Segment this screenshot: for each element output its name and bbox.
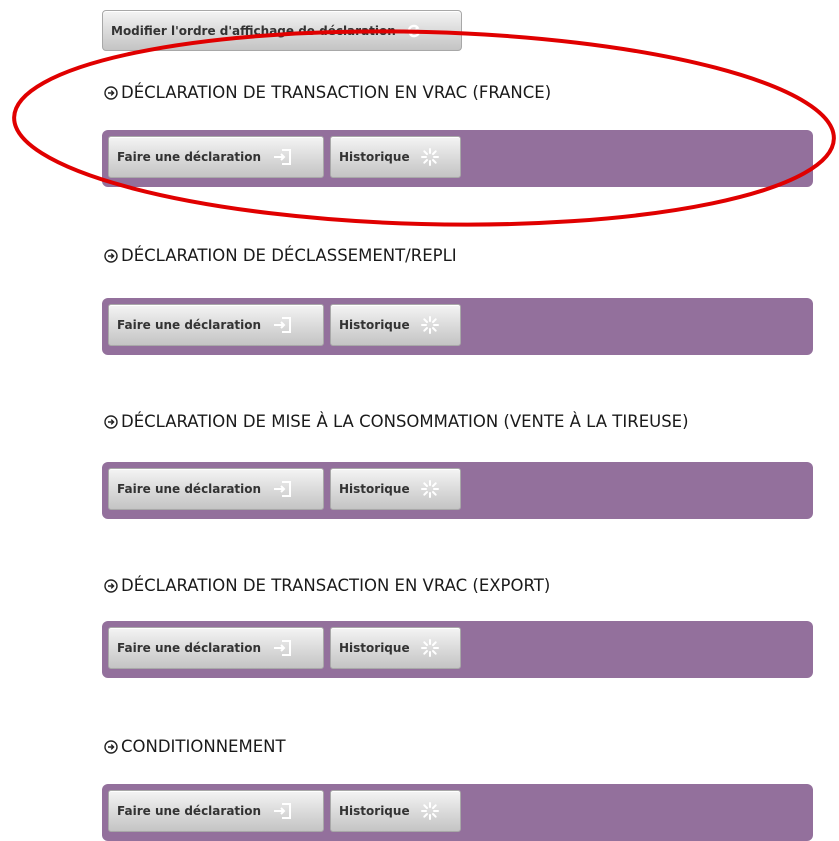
make-declaration-button[interactable]: Faire une déclaration (108, 468, 324, 510)
history-label: Historique (339, 641, 410, 655)
section-title-conditionnement[interactable]: CONDITIONNEMENT (104, 737, 286, 756)
reorder-declarations-label: Modifier l'ordre d'affichage de déclarat… (111, 23, 396, 38)
history-label: Historique (339, 482, 410, 496)
history-button[interactable]: Historique (330, 627, 461, 669)
make-declaration-label: Faire une déclaration (117, 318, 262, 332)
section-actions-bar: Faire une déclaration Historique (102, 130, 813, 187)
make-declaration-label: Faire une déclaration (117, 150, 262, 164)
section-title-vrac-export[interactable]: DÉCLARATION DE TRANSACTION EN VRAC (EXPO… (104, 576, 550, 595)
section-title-text: CONDITIONNEMENT (121, 737, 286, 756)
spinner-icon (420, 315, 440, 335)
sign-in-icon (271, 639, 293, 657)
spinner-icon (420, 801, 440, 821)
reorder-declarations-button[interactable]: Modifier l'ordre d'affichage de déclarat… (102, 10, 462, 51)
circle-arrow-right-icon (104, 85, 118, 100)
spinner-icon (420, 479, 440, 499)
sign-in-icon (271, 480, 293, 498)
make-declaration-button[interactable]: Faire une déclaration (108, 136, 324, 178)
section-title-declassement[interactable]: DÉCLARATION DE DÉCLASSEMENT/REPLI (104, 246, 457, 265)
section-title-text: DÉCLARATION DE MISE À LA CONSOMMATION (V… (121, 412, 689, 431)
section-title-text: DÉCLARATION DE TRANSACTION EN VRAC (EXPO… (121, 576, 551, 595)
history-button[interactable]: Historique (330, 304, 461, 346)
history-label: Historique (339, 804, 410, 818)
make-declaration-button[interactable]: Faire une déclaration (108, 304, 324, 346)
circle-arrow-right-icon (104, 248, 118, 263)
history-button[interactable]: Historique (330, 790, 461, 832)
section-title-text: DÉCLARATION DE TRANSACTION EN VRAC (FRAN… (121, 83, 552, 102)
sign-in-icon (271, 316, 293, 334)
make-declaration-button[interactable]: Faire une déclaration (108, 790, 324, 832)
make-declaration-label: Faire une déclaration (117, 482, 262, 496)
section-actions-bar: Faire une déclaration Historique (102, 298, 813, 355)
section-actions-bar: Faire une déclaration Historique (102, 784, 813, 841)
sign-in-icon (271, 802, 293, 820)
circle-arrow-right-icon (104, 578, 118, 593)
section-title-mise-consommation[interactable]: DÉCLARATION DE MISE À LA CONSOMMATION (V… (104, 412, 689, 431)
make-declaration-label: Faire une déclaration (117, 641, 262, 655)
circle-arrow-right-icon (104, 414, 118, 429)
section-actions-bar: Faire une déclaration Historique (102, 462, 813, 519)
section-title-text: DÉCLARATION DE DÉCLASSEMENT/REPLI (121, 246, 457, 265)
make-declaration-label: Faire une déclaration (117, 804, 262, 818)
sign-in-icon (271, 148, 293, 166)
history-label: Historique (339, 318, 410, 332)
make-declaration-button[interactable]: Faire une déclaration (108, 627, 324, 669)
history-button[interactable]: Historique (330, 468, 461, 510)
refresh-icon (406, 23, 422, 39)
history-button[interactable]: Historique (330, 136, 461, 178)
section-actions-bar: Faire une déclaration Historique (102, 621, 813, 678)
section-title-vrac-france[interactable]: DÉCLARATION DE TRANSACTION EN VRAC (FRAN… (104, 83, 551, 102)
history-label: Historique (339, 150, 410, 164)
spinner-icon (420, 638, 440, 658)
circle-arrow-right-icon (104, 739, 118, 754)
spinner-icon (420, 147, 440, 167)
